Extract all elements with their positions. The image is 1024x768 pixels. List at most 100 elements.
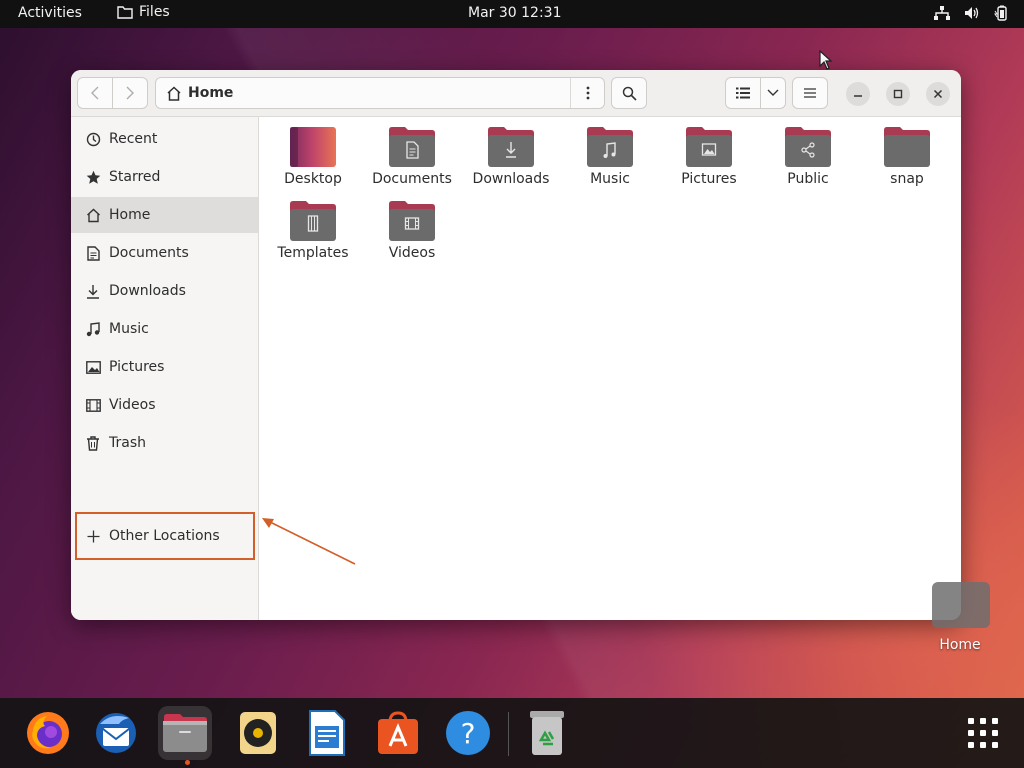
- chevron-left-icon: [91, 86, 99, 100]
- forward-button[interactable]: [112, 77, 148, 109]
- sidebar-item-label: Videos: [109, 397, 156, 413]
- sidebar-item-pictures[interactable]: Pictures: [71, 349, 258, 385]
- header-bar: Home: [71, 70, 961, 117]
- folder-templates[interactable]: Templates: [264, 191, 362, 263]
- chevron-right-icon: [126, 86, 134, 100]
- sidebar-item-documents[interactable]: Documents: [71, 235, 258, 271]
- top-bar: Activities Files Mar 30 12:31: [0, 0, 1024, 28]
- sidebar-item-label: Downloads: [109, 283, 186, 299]
- folder-documents[interactable]: Documents: [363, 117, 461, 189]
- music-icon: [85, 321, 101, 337]
- maximize-icon: [893, 89, 903, 99]
- desktop-home-shortcut[interactable]: Home: [928, 582, 992, 662]
- list-view-icon: [736, 87, 750, 99]
- templates-folder-icon: [290, 201, 336, 241]
- close-button[interactable]: [926, 82, 950, 106]
- libreoffice-writer-icon[interactable]: [300, 706, 354, 760]
- dock-separator: [508, 712, 509, 756]
- trash-icon: [85, 435, 101, 451]
- sidebar-item-label: Recent: [109, 131, 158, 147]
- hamburger-icon: [804, 88, 816, 98]
- folder-pictures[interactable]: Pictures: [660, 117, 758, 189]
- files-icon[interactable]: [158, 706, 212, 760]
- folder-music[interactable]: Music: [561, 117, 659, 189]
- folder-label: Pictures: [681, 171, 737, 187]
- svg-text:?: ?: [461, 717, 476, 750]
- document-icon: [85, 245, 101, 261]
- sidebar-item-videos[interactable]: Videos: [71, 387, 258, 423]
- sidebar-item-label: Trash: [109, 435, 146, 451]
- sidebar-item-music[interactable]: Music: [71, 311, 258, 347]
- files-app-icon: [117, 5, 133, 19]
- documents-folder-icon: [389, 127, 435, 167]
- snap-folder-icon: [884, 127, 930, 167]
- path-bar[interactable]: Home: [155, 77, 605, 109]
- search-button[interactable]: [611, 77, 647, 109]
- video-icon: [85, 397, 101, 413]
- file-grid: Desktop Documents Downloads Music Pictur…: [260, 117, 961, 620]
- sidebar-item-label: Pictures: [109, 359, 165, 375]
- running-indicator: [185, 760, 190, 765]
- path-menu-button[interactable]: [570, 78, 604, 108]
- minimize-icon: [854, 95, 862, 97]
- clock-icon: [85, 131, 101, 147]
- home-icon: [85, 207, 101, 223]
- sidebar-item-home[interactable]: Home: [71, 197, 258, 233]
- main-menu-button[interactable]: [792, 77, 828, 109]
- sidebar-item-trash[interactable]: Trash: [71, 425, 258, 461]
- folder-snap[interactable]: snap: [858, 117, 956, 189]
- sidebar-item-label: Documents: [109, 245, 189, 261]
- sidebar-item-label: Home: [109, 207, 151, 223]
- home-icon: [167, 85, 181, 101]
- home-folder-icon: [932, 582, 990, 628]
- sidebar-item-recent[interactable]: Recent: [71, 121, 258, 157]
- folder-label: Downloads: [472, 171, 550, 187]
- folder-label: Documents: [372, 171, 452, 187]
- folder-desktop[interactable]: Desktop: [264, 117, 362, 189]
- thunderbird-icon[interactable]: [89, 706, 143, 760]
- public-folder-icon: [785, 127, 831, 167]
- help-icon[interactable]: ?: [441, 706, 495, 760]
- app-menu[interactable]: Files: [117, 4, 170, 20]
- desktop-icon-label: Home: [939, 637, 981, 653]
- desktop-folder-icon: [290, 127, 336, 167]
- sidebar-item-label: Music: [109, 321, 149, 337]
- list-view-button[interactable]: [725, 77, 761, 109]
- folder-label: Desktop: [284, 171, 342, 187]
- minimize-button[interactable]: [846, 82, 870, 106]
- breadcrumb[interactable]: Home: [166, 85, 233, 101]
- app-name: Files: [139, 4, 170, 20]
- view-options-dropdown[interactable]: [760, 77, 786, 109]
- activities-button[interactable]: Activities: [18, 5, 82, 21]
- breadcrumb-label: Home: [188, 85, 234, 101]
- show-apps-icon[interactable]: [956, 706, 1010, 760]
- battery-icon: [994, 5, 1010, 21]
- rhythmbox-icon[interactable]: [231, 706, 285, 760]
- folder-public[interactable]: Public: [759, 117, 857, 189]
- maximize-button[interactable]: [886, 82, 910, 106]
- firefox-icon[interactable]: [21, 706, 75, 760]
- picture-icon: [85, 359, 101, 375]
- star-icon: [85, 169, 101, 185]
- system-tray[interactable]: [934, 5, 1010, 21]
- folder-videos[interactable]: Videos: [363, 191, 461, 263]
- app-center-icon[interactable]: [371, 706, 425, 760]
- sidebar-item-starred[interactable]: Starred: [71, 159, 258, 195]
- folder-downloads[interactable]: Downloads: [462, 117, 560, 189]
- folder-label: Templates: [277, 245, 349, 261]
- folder-label: Videos: [388, 245, 436, 261]
- vertical-dots-icon: [586, 86, 589, 100]
- sidebar-item-downloads[interactable]: Downloads: [71, 273, 258, 309]
- back-button[interactable]: [77, 77, 113, 109]
- folder-label: Music: [590, 171, 630, 187]
- chevron-down-icon: [767, 89, 779, 96]
- search-icon: [622, 86, 637, 101]
- clock[interactable]: Mar 30 12:31: [468, 5, 561, 21]
- dock: ?: [0, 698, 1024, 768]
- pictures-folder-icon: [686, 127, 732, 167]
- music-folder-icon: [587, 127, 633, 167]
- sidebar-item-label: Starred: [109, 169, 161, 185]
- trash-icon[interactable]: [520, 706, 574, 760]
- volume-icon: [964, 6, 980, 20]
- download-icon: [85, 283, 101, 299]
